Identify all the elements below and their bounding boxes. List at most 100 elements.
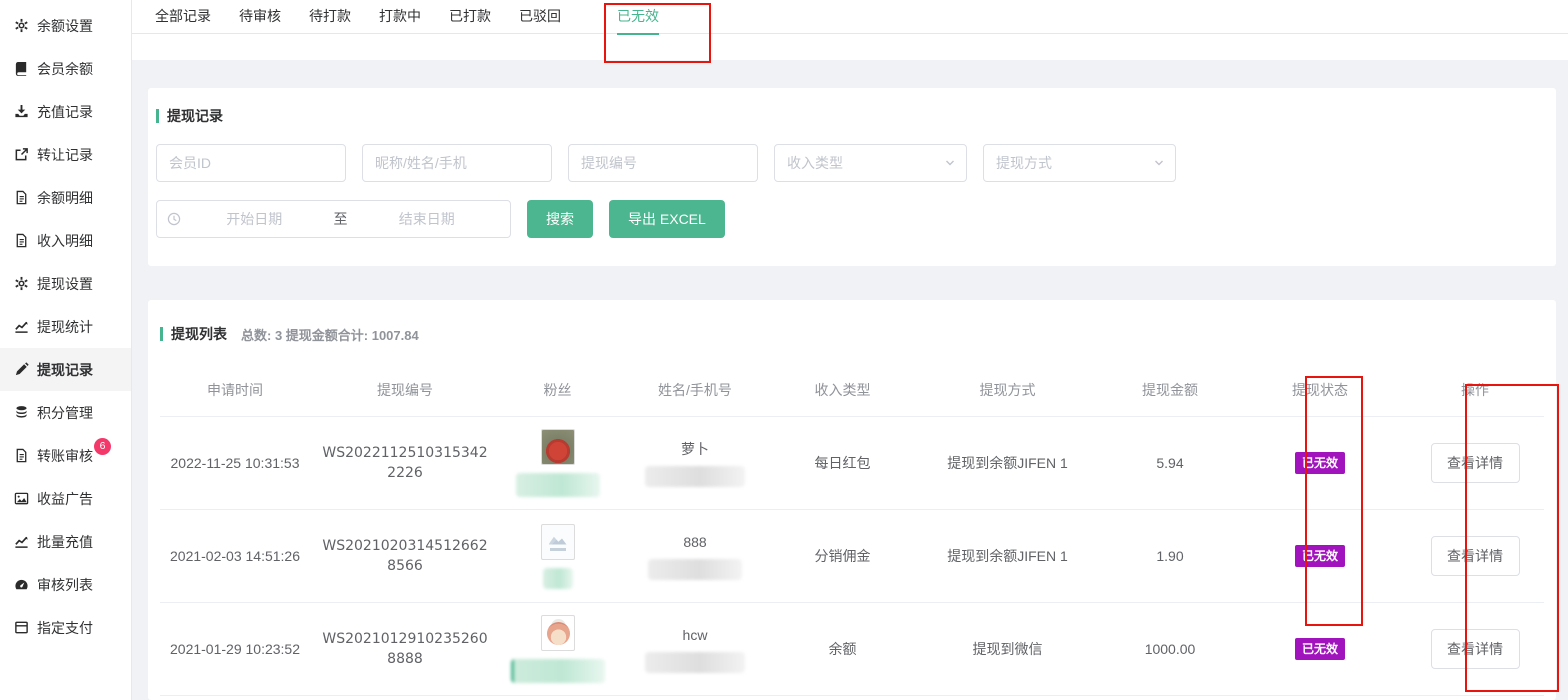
income-type-select[interactable]: 收入类型 xyxy=(774,144,967,182)
income-type-cell: 分销佣金 xyxy=(775,510,910,602)
withdraw-amount-cell: 5.94 xyxy=(1105,417,1235,509)
sidebar-item-label: 收益广告 xyxy=(37,489,93,509)
sidebar-item[interactable]: 审核列表 xyxy=(0,563,131,606)
export-excel-button[interactable]: 导出 EXCEL xyxy=(609,200,725,238)
status-tab[interactable]: 待打款 xyxy=(309,0,351,34)
sidebar-item-icon xyxy=(14,620,29,635)
sidebar-item[interactable]: 提现统计 xyxy=(0,305,131,348)
section-accent-bar xyxy=(156,109,159,123)
action-cell: 查看详情 xyxy=(1405,603,1545,695)
status-badge: 已无效 xyxy=(1295,638,1345,660)
start-date-placeholder: 开始日期 xyxy=(181,209,328,229)
column-header: 姓名/手机号 xyxy=(615,366,775,416)
end-date-placeholder: 结束日期 xyxy=(354,209,501,229)
withdraw-method-cell: 提现到微信 xyxy=(910,603,1105,695)
apply-time-cell: 2021-02-03 14:51:26 xyxy=(160,510,310,602)
section-title-text: 提现记录 xyxy=(167,106,223,126)
sidebar-item-icon xyxy=(14,18,29,33)
fan-cell xyxy=(500,603,615,695)
view-detail-button[interactable]: 查看详情 xyxy=(1431,443,1520,483)
column-header: 收入类型 xyxy=(775,366,910,416)
notification-badge: 6 xyxy=(94,438,111,455)
sidebar-item[interactable]: 提现设置 xyxy=(0,262,131,305)
sidebar-item[interactable]: 收入明细 xyxy=(0,219,131,262)
nickname-input[interactable] xyxy=(362,144,552,182)
search-button[interactable]: 搜索 xyxy=(527,200,593,238)
section-title-text: 提现列表 xyxy=(171,324,227,344)
section-accent-bar xyxy=(160,327,163,341)
column-header: 申请时间 xyxy=(160,366,310,416)
chevron-down-icon xyxy=(944,157,956,169)
table-row: 2021-02-03 14:51:26 WS202102031451266285… xyxy=(160,510,1544,603)
sidebar-item-label: 充值记录 xyxy=(37,102,93,122)
sidebar-item-icon xyxy=(14,190,29,205)
fan-name: hcw xyxy=(683,625,708,645)
status-tab[interactable]: 打款中 xyxy=(379,0,421,34)
search-filters-row: 收入类型 提现方式 xyxy=(156,144,1546,182)
blurred-phone-number xyxy=(648,559,742,580)
withdraw-method-select[interactable]: 提现方式 xyxy=(983,144,1176,182)
view-detail-button[interactable]: 查看详情 xyxy=(1431,629,1520,669)
view-detail-button[interactable]: 查看详情 xyxy=(1431,536,1520,576)
sidebar-item[interactable]: 余额设置 xyxy=(0,4,131,47)
clock-icon xyxy=(167,212,181,226)
sidebar-item-icon xyxy=(14,276,29,291)
date-range-separator: 至 xyxy=(328,209,354,229)
status-tab[interactable]: 已打款 xyxy=(449,0,491,34)
blurred-fan-name xyxy=(511,659,605,683)
sidebar-item-icon xyxy=(14,362,29,377)
withdraw-method-cell: 提现到余额JIFEN 1 xyxy=(910,417,1105,509)
sidebar-item[interactable]: 转账审核 6 xyxy=(0,434,131,477)
list-panel-title: 提现列表 总数: 3 提现金额合计: 1007.84 xyxy=(160,324,1544,344)
column-header: 提现方式 xyxy=(910,366,1105,416)
table-row: 2022-11-25 10:31:53 WS202211251031534222… xyxy=(160,417,1544,510)
column-header: 提现编号 xyxy=(310,366,500,416)
action-cell: 查看详情 xyxy=(1405,510,1545,602)
withdraw-no-cell: WS20210203145126628566 xyxy=(310,510,500,602)
list-summary: 总数: 3 提现金额合计: 1007.84 xyxy=(241,325,419,344)
fan-avatar xyxy=(541,615,575,651)
status-badge: 已无效 xyxy=(1295,452,1345,474)
sidebar-item[interactable]: 会员余额 xyxy=(0,47,131,90)
status-tab[interactable]: 待审核 xyxy=(239,0,281,34)
fan-name: 888 xyxy=(683,532,706,552)
sidebar-item[interactable]: 指定支付 xyxy=(0,606,131,649)
status-cell: 已无效 xyxy=(1235,510,1405,602)
search-actions-row: 开始日期 至 结束日期 搜索 导出 EXCEL xyxy=(156,200,1546,238)
status-tab[interactable]: 已驳回 xyxy=(519,0,561,34)
withdraw-method-cell: 提现到余额JIFEN 1 xyxy=(910,510,1105,602)
table-header: 申请时间 提现编号 粉丝 姓名/手机号 收入类型 提现方式 提现金额 提现状态 … xyxy=(160,366,1544,417)
blurred-phone-number xyxy=(645,466,745,487)
withdraw-no-input[interactable] xyxy=(568,144,758,182)
sidebar-item[interactable]: 余额明细 xyxy=(0,176,131,219)
chevron-down-icon xyxy=(1153,157,1165,169)
name-phone-cell: 888 xyxy=(615,510,775,602)
sidebar-item-label: 批量充值 xyxy=(37,532,93,552)
sidebar-item-label: 指定支付 xyxy=(37,618,93,638)
apply-time-cell: 2021-01-29 10:23:52 xyxy=(160,603,310,695)
sidebar-item-icon xyxy=(14,405,29,420)
action-cell: 查看详情 xyxy=(1405,417,1545,509)
sidebar-item-label: 余额明细 xyxy=(37,188,93,208)
date-range-picker[interactable]: 开始日期 至 结束日期 xyxy=(156,200,511,238)
status-cell: 已无效 xyxy=(1235,603,1405,695)
withdraw-method-select-placeholder: 提现方式 xyxy=(996,153,1153,173)
income-type-cell: 余额 xyxy=(775,603,910,695)
sidebar-item[interactable]: 积分管理 xyxy=(0,391,131,434)
sidebar-item[interactable]: 转让记录 xyxy=(0,133,131,176)
sidebar-item[interactable]: 批量充值 xyxy=(0,520,131,563)
status-tab[interactable]: 已无效 xyxy=(617,0,659,34)
status-cell: 已无效 xyxy=(1235,417,1405,509)
name-phone-cell: hcw xyxy=(615,603,775,695)
status-tabs: 全部记录 待审核 待打款 打款中 已打款 已驳回 已无效 xyxy=(132,0,1568,34)
sidebar-item-icon xyxy=(14,577,29,592)
member-id-input[interactable] xyxy=(156,144,346,182)
sidebar-item[interactable]: 充值记录 xyxy=(0,90,131,133)
withdraw-no-cell: WS20210129102352608888 xyxy=(310,603,500,695)
sidebar-item[interactable]: 收益广告 xyxy=(0,477,131,520)
sidebar-item-label: 转让记录 xyxy=(37,145,93,165)
status-tab[interactable]: 全部记录 xyxy=(155,0,211,34)
sidebar-item-icon xyxy=(14,491,29,506)
sidebar-item[interactable]: 提现记录 xyxy=(0,348,131,391)
sidebar-item-icon xyxy=(14,534,29,549)
